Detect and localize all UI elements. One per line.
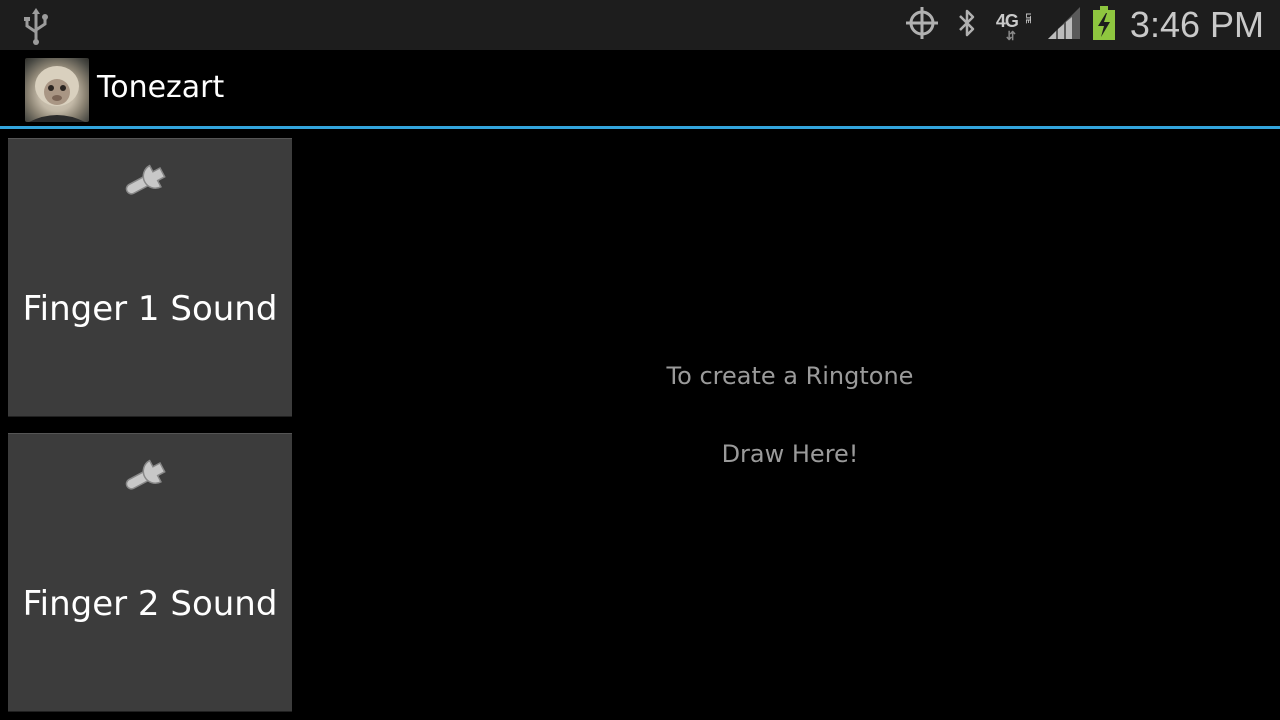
finger-1-sound-button[interactable]: Finger 1 Sound: [8, 138, 292, 417]
status-bar: 4G LTE ⇵ 3:46 PM: [0, 0, 1280, 50]
signal-icon: [1046, 5, 1082, 45]
action-bar: Tonezart: [0, 50, 1280, 126]
battery-charging-icon: [1092, 5, 1116, 45]
finger-2-sound-button[interactable]: Finger 2 Sound: [8, 433, 292, 712]
network-sub-label: LTE: [1023, 13, 1031, 23]
action-bar-divider: [0, 126, 1280, 129]
finger-2-sound-label: Finger 2 Sound: [22, 584, 278, 624]
app-title: Tonezart: [97, 70, 225, 105]
finger-1-sound-label: Finger 1 Sound: [22, 289, 278, 329]
wrench-icon: [120, 157, 180, 201]
network-4g-lte-icon: 4G LTE ⇵: [995, 11, 1031, 43]
monkey-avatar-icon[interactable]: [25, 58, 89, 122]
draw-hint-line-2: Draw Here!: [721, 440, 859, 468]
draw-hint-line-1: To create a Ringtone: [666, 362, 914, 390]
bluetooth-icon: [956, 7, 978, 43]
usb-icon: [22, 6, 50, 46]
status-clock: 3:46 PM: [1129, 4, 1264, 45]
wrench-icon: [120, 452, 180, 496]
gps-icon: [904, 5, 940, 45]
ringtone-draw-canvas[interactable]: To create a Ringtone Draw Here!: [300, 130, 1280, 720]
